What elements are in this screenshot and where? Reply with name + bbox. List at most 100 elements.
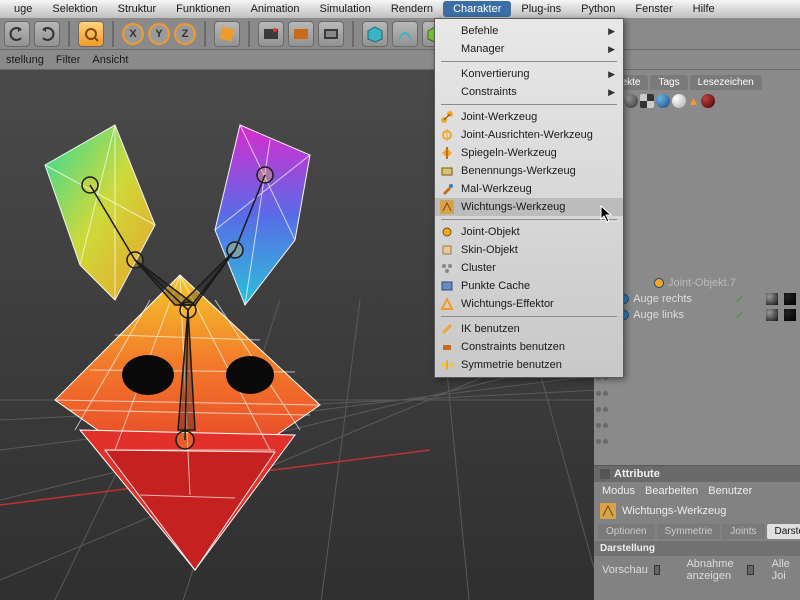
menu-item-label: Punkte Cache [461,280,615,292]
attr-tab-symmetrie[interactable]: Symmetrie [657,524,721,539]
menu-item-konvertierung[interactable]: Konvertierung▶ [435,65,623,83]
menu-item-label: Konvertierung [461,68,602,80]
menu-fenster[interactable]: Fenster [625,1,682,17]
object-row[interactable] [594,353,800,369]
menu-struktur[interactable]: Struktur [108,1,167,17]
object-row[interactable] [594,161,800,177]
menu-item-constraints-benutzen[interactable]: Constraints benutzen [435,338,623,356]
menu-item-benennungs-werkzeug[interactable]: Benennungs-Werkzeug [435,162,623,180]
object-row[interactable] [594,433,800,449]
menu-plug-ins[interactable]: Plug-ins [511,1,571,17]
tab-lesezeichen[interactable]: Lesezeichen [690,75,762,90]
object-row[interactable] [594,385,800,401]
main-toolbar: X Y Z [0,18,800,50]
menu-item-wichtungs-werkzeug[interactable]: Wichtungs-Werkzeug [435,198,623,216]
attr-tabs: OptionenSymmetrieJointsDarstellung [594,522,800,541]
object-row[interactable] [594,225,800,241]
object-row[interactable] [594,401,800,417]
menu-item-wichtungs-effektor[interactable]: Wichtungs-Effektor [435,295,623,313]
menu-item-label: Wichtungs-Werkzeug [461,201,615,213]
object-row[interactable] [594,177,800,193]
redo-button[interactable] [34,21,60,47]
menu-item-joint-ausrichten-werkzeug[interactable]: Joint-Ausrichten-Werkzeug [435,126,623,144]
menu-item-cluster[interactable]: Cluster [435,259,623,277]
object-row[interactable] [594,193,800,209]
menu-item-punkte-cache[interactable]: Punkte Cache [435,277,623,295]
menu-animation[interactable]: Animation [241,1,310,17]
render-view-button[interactable] [258,21,284,47]
tree-item[interactable]: Joint-Objekt.7 [594,275,800,291]
render-region-button[interactable] [288,21,314,47]
checker-icon[interactable] [640,94,654,108]
object-row[interactable] [594,145,800,161]
paint-icon [439,181,455,197]
menu-simulation[interactable]: Simulation [310,1,381,17]
subbar-item[interactable]: Filter [56,54,80,66]
menu-item-skin-objekt[interactable]: Skin-Objekt [435,241,623,259]
tree-item-eye-right[interactable]: ⊟Auge rechts ✓ [594,291,800,307]
blank-icon [439,84,455,100]
object-row[interactable] [594,241,800,257]
material-ball-icon[interactable] [672,94,686,108]
object-row[interactable] [594,369,800,385]
menu-item-manager[interactable]: Manager▶ [435,40,623,58]
axis-z-button[interactable]: Z [174,23,196,45]
render-settings-button[interactable] [318,21,344,47]
object-row[interactable] [594,209,800,225]
primitive-cube-button[interactable] [362,21,388,47]
weight-tool-icon [600,503,616,519]
attribute-manager: Attribute Modus Bearbeiten Benutzer Wich… [594,465,800,600]
tree-item-eye-left[interactable]: ⊟Auge links ✓ [594,307,800,323]
object-tree-bottom: Joint-Objekt.7 ⊟Auge rechts ✓ ⊟Auge link… [594,275,800,323]
triangle-icon[interactable]: ▲ [688,94,700,108]
menu-charakter[interactable]: Charakter [443,1,511,17]
object-list[interactable]: ✓ Joint-Objekt.7 ⊟Auge rechts ✓ ⊟Auge li… [594,111,800,465]
coord-system-button[interactable] [214,21,240,47]
subbar-item[interactable]: stellung [6,54,44,66]
object-row[interactable] [594,129,800,145]
object-row[interactable] [594,257,800,273]
menu-python[interactable]: Python [571,1,625,17]
attr-tab-optionen[interactable]: Optionen [598,524,655,539]
attr-menu-item[interactable]: Modus [602,485,635,497]
menu-rendern[interactable]: Rendern [381,1,443,17]
menu-uge[interactable]: uge [4,1,42,17]
attr-menu-item[interactable]: Benutzer [708,485,752,497]
axis-y-button[interactable]: Y [148,23,170,45]
tab-tags[interactable]: Tags [650,75,687,90]
joint-icon [439,109,455,125]
attr-menu-item[interactable]: Bearbeiten [645,485,698,497]
menu-item-befehle[interactable]: Befehle▶ [435,22,623,40]
menu-item-label: Skin-Objekt [461,244,615,256]
object-row[interactable] [594,321,800,337]
subbar-item[interactable]: Ansicht [92,54,128,66]
material-ball-icon[interactable] [701,94,715,108]
menu-item-mal-werkzeug[interactable]: Mal-Werkzeug [435,180,623,198]
menu-selektion[interactable]: Selektion [42,1,107,17]
live-select-button[interactable] [78,21,104,47]
menu-item-joint-werkzeug[interactable]: Joint-Werkzeug [435,108,623,126]
menu-item-label: Joint-Werkzeug [461,111,615,123]
menu-funktionen[interactable]: Funktionen [166,1,240,17]
attr-tab-joints[interactable]: Joints [722,524,764,539]
jointalign-icon [439,127,455,143]
menu-hilfe[interactable]: Hilfe [683,1,725,17]
material-ball-icon[interactable] [624,94,638,108]
menu-item-label: Constraints benutzen [461,341,615,353]
attr-tab-darstellung[interactable]: Darstellung [767,524,800,539]
object-row[interactable] [594,417,800,433]
menu-item-ik-benutzen[interactable]: IK benutzen [435,320,623,338]
menu-item-joint-objekt[interactable]: Joint-Objekt [435,223,623,241]
menu-item-constraints[interactable]: Constraints▶ [435,83,623,101]
material-ball-icon[interactable] [656,94,670,108]
weight-painted-model [20,100,400,600]
charakter-menu-dropdown[interactable]: Befehle▶Manager▶Konvertierung▶Constraint… [434,18,624,378]
menu-item-spiegeln-werkzeug[interactable]: Spiegeln-Werkzeug [435,144,623,162]
object-row[interactable] [594,337,800,353]
menu-item-label: Cluster [461,262,615,274]
object-manager-panel: Objekte Tags Lesezeichen × ▲ ✓ Joint-Obj… [594,70,800,600]
menu-item-symmetrie-benutzen[interactable]: Symmetrie benutzen [435,356,623,374]
undo-button[interactable] [4,21,30,47]
axis-x-button[interactable]: X [122,23,144,45]
spline-button[interactable] [392,21,418,47]
